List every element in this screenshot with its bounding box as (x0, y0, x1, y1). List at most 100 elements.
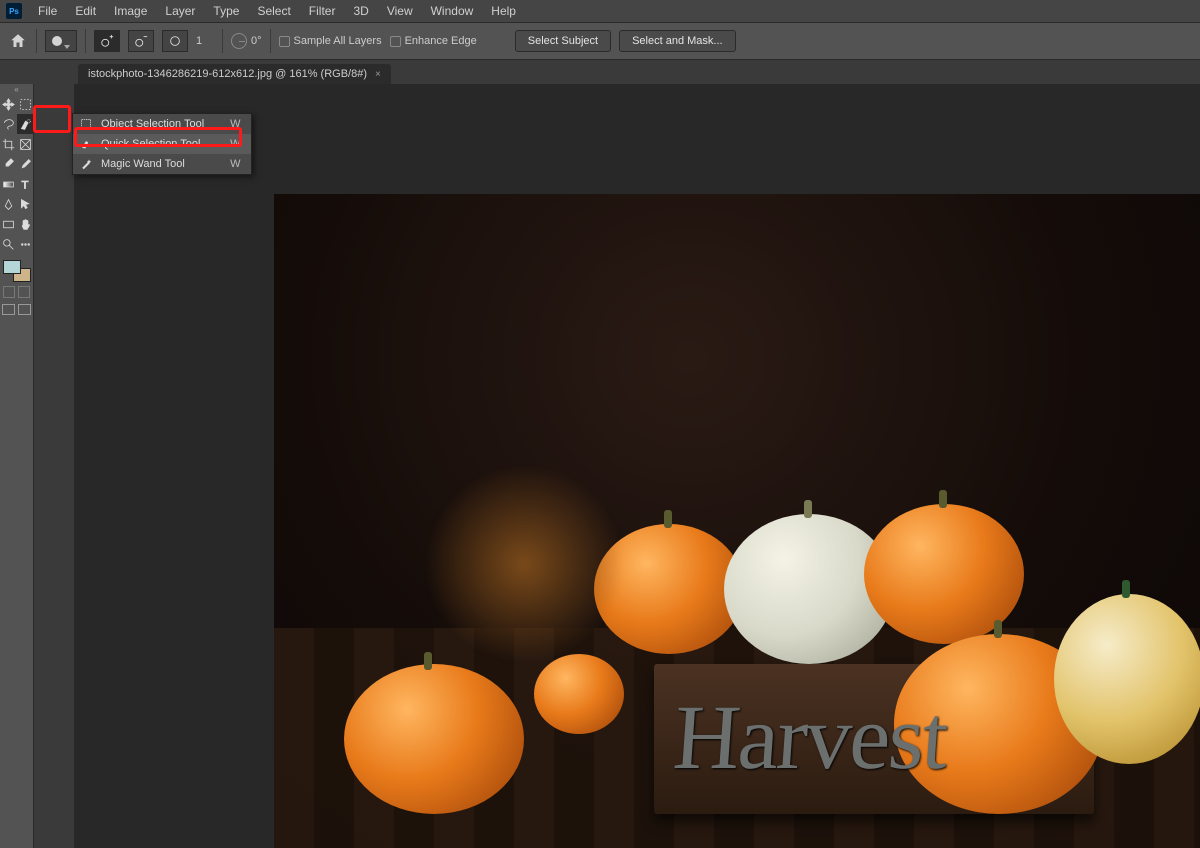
menu-file[interactable]: File (30, 2, 65, 20)
enhance-edge-label: Enhance Edge (405, 35, 477, 47)
checkbox-icon (279, 36, 290, 47)
magic-wand-icon (79, 157, 93, 171)
zoom-tool[interactable] (0, 234, 17, 254)
brush-angle-value: 0° (251, 35, 262, 47)
hand-tool[interactable] (17, 214, 34, 234)
scene-foliage (424, 464, 624, 664)
menu-3d[interactable]: 3D (345, 2, 376, 20)
flyout-magic-wand[interactable]: Magic Wand Tool W (73, 154, 251, 174)
object-selection-icon (79, 117, 93, 131)
frame-tool[interactable] (17, 134, 34, 154)
home-icon (9, 32, 27, 50)
screen-mode-buttons (0, 304, 33, 315)
menu-bar: Ps File Edit Image Layer Type Select Fil… (0, 0, 1200, 22)
divider (222, 29, 223, 53)
divider (270, 29, 271, 53)
scene-sign-text: Harvest (670, 684, 950, 790)
options-bar: 1 0° Sample All Layers Enhance Edge Sele… (0, 22, 1200, 60)
scene-stem (994, 620, 1002, 638)
brush-icon (168, 34, 182, 48)
tool-preset-picker[interactable] (45, 30, 77, 52)
menu-edit[interactable]: Edit (67, 2, 104, 20)
selection-tool-flyout: Object Selection Tool W Quick Selection … (72, 113, 252, 175)
angle-dial-icon (231, 33, 247, 49)
add-to-selection-button[interactable] (94, 30, 120, 52)
flyout-item-label: Object Selection Tool (101, 118, 204, 130)
scene-stem (664, 510, 672, 528)
select-subject-button[interactable]: Select Subject (515, 30, 611, 52)
frame-icon (19, 138, 32, 151)
lasso-icon (2, 118, 15, 131)
document-canvas[interactable]: Harvest (274, 194, 1200, 848)
toolbox-collapse-toggle[interactable]: « (0, 84, 33, 94)
screen-mode-button[interactable] (18, 304, 31, 315)
menu-layer[interactable]: Layer (157, 2, 203, 20)
scene-gourd (1054, 594, 1200, 764)
marquee-icon (19, 98, 32, 111)
quick-selection-tool[interactable] (17, 114, 34, 134)
svg-text:T: T (21, 179, 28, 190)
lasso-tool[interactable] (0, 114, 17, 134)
menu-select[interactable]: Select (249, 2, 298, 20)
brush-tool[interactable] (17, 154, 34, 174)
menu-help[interactable]: Help (483, 2, 524, 20)
menu-type[interactable]: Type (205, 2, 247, 20)
gradient-icon (2, 178, 15, 191)
hand-icon (19, 218, 32, 231)
move-tool[interactable] (0, 94, 17, 114)
extra-tool[interactable] (17, 234, 34, 254)
scene-pumpkin (344, 664, 524, 814)
zoom-icon (2, 238, 15, 251)
brush-options-button[interactable] (162, 30, 188, 52)
brush-angle-control[interactable]: 0° (231, 33, 262, 49)
sample-all-layers-label: Sample All Layers (294, 35, 382, 47)
document-tab[interactable]: istockphoto-1346286219-612x612.jpg @ 161… (78, 64, 391, 84)
sample-all-layers-checkbox[interactable]: Sample All Layers (279, 35, 382, 47)
scene-pumpkin (534, 654, 624, 734)
quick-mask-button[interactable] (18, 286, 30, 298)
menu-view[interactable]: View (379, 2, 421, 20)
checkbox-icon (390, 36, 401, 47)
divider (85, 29, 86, 53)
brush-plus-icon (100, 34, 114, 48)
eyedropper-tool[interactable] (0, 154, 17, 174)
pen-tool[interactable] (0, 194, 17, 214)
flyout-item-shortcut: W (212, 118, 240, 130)
type-icon: T (19, 178, 32, 191)
flyout-quick-selection[interactable]: Quick Selection Tool W (73, 134, 251, 154)
home-button[interactable] (8, 32, 28, 50)
enhance-edge-checkbox[interactable]: Enhance Edge (390, 35, 477, 47)
flyout-object-selection[interactable]: Object Selection Tool W (73, 114, 251, 134)
screen-mode-button[interactable] (2, 304, 15, 315)
rectangle-tool[interactable] (0, 214, 17, 234)
path-selection-tool[interactable] (17, 194, 34, 214)
canvas-area[interactable]: Harvest (74, 84, 1200, 848)
eyedropper-icon (2, 158, 15, 171)
crop-tool[interactable] (0, 134, 17, 154)
quick-selection-icon (19, 118, 32, 131)
panel-gutter (34, 84, 74, 848)
flyout-item-label: Quick Selection Tool (101, 138, 200, 150)
scene-stem (1122, 580, 1130, 598)
document-tab-bar: istockphoto-1346286219-612x612.jpg @ 161… (0, 60, 1200, 84)
menu-filter[interactable]: Filter (301, 2, 344, 20)
subtract-from-selection-button[interactable] (128, 30, 154, 52)
dots-icon (19, 238, 32, 251)
marquee-tool[interactable] (17, 94, 34, 114)
paintbrush-icon (19, 158, 32, 171)
rectangle-icon (2, 218, 15, 231)
flyout-item-shortcut: W (212, 138, 240, 150)
standard-mode-button[interactable] (3, 286, 15, 298)
foreground-color-swatch[interactable] (3, 260, 21, 274)
select-and-mask-button[interactable]: Select and Mask... (619, 30, 736, 52)
flyout-item-label: Magic Wand Tool (101, 158, 185, 170)
close-icon[interactable]: × (375, 69, 381, 80)
color-swatch[interactable] (3, 260, 31, 282)
menu-window[interactable]: Window (423, 2, 482, 20)
gradient-tool[interactable] (0, 174, 17, 194)
menu-image[interactable]: Image (106, 2, 155, 20)
workspace: « T (0, 84, 1200, 848)
document-tab-title: istockphoto-1346286219-612x612.jpg @ 161… (88, 68, 367, 80)
type-tool[interactable]: T (17, 174, 34, 194)
brush-dot-icon (52, 36, 62, 46)
